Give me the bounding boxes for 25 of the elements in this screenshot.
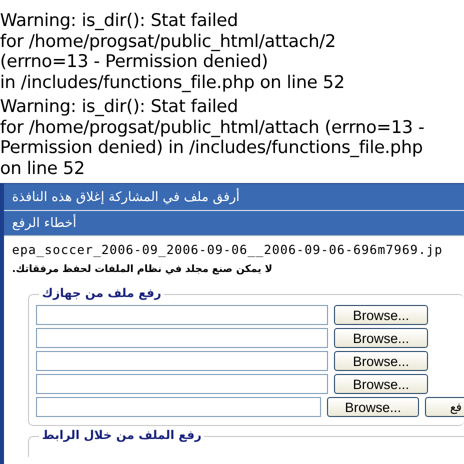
fieldset-legend: رفع ملف من جهازك — [39, 286, 164, 300]
browse-button[interactable]: Browse... — [334, 374, 428, 394]
warning-text: Warning: is_dir(): Stat failed — [0, 11, 240, 32]
browse-button[interactable]: Browse... — [334, 328, 428, 348]
browse-button[interactable]: Browse... — [327, 397, 419, 417]
warning-text: in /includes/functions_file.php on line 52 — [0, 72, 346, 93]
upload-button[interactable]: فع — [424, 397, 464, 417]
section-header: أخطاء الرفع — [4, 211, 464, 236]
file-path-field[interactable] — [36, 397, 322, 417]
browse-button[interactable]: Browse... — [334, 351, 428, 371]
warning-text: for /home/progsat/public_html/attach/2 — [0, 32, 337, 52]
warning-text: Warning: is_dir(): Stat failed — [0, 97, 240, 118]
warning-text: for /home/progsat/public_html/attach (errno=13 - — [0, 118, 426, 138]
warning-text: on line 52 — [0, 158, 86, 179]
file-name: epa_soccer_2006-09_2006-09-06__2006-09-06-696m7969.jp — [12, 242, 444, 257]
warning-text: (errno=13 - Permission denied) — [0, 52, 270, 72]
file-path-field[interactable] — [36, 305, 328, 325]
warning-text: Permission denied) in /includes/functions_file.php — [0, 138, 424, 158]
error-message: لا يمكن صنع مجلد في نظام الملفات لحفظ مرفقاتك. — [12, 264, 272, 275]
file-path-field[interactable] — [36, 374, 328, 394]
browse-button[interactable]: Browse... — [334, 305, 428, 325]
window-title: أرفق ملف في المشاركة إغلاق هذه النافذة — [4, 183, 464, 211]
file-path-field[interactable] — [36, 328, 328, 348]
file-path-field[interactable] — [36, 351, 328, 371]
fieldset-legend: رفع الملف من خلال الرابط — [39, 428, 204, 442]
